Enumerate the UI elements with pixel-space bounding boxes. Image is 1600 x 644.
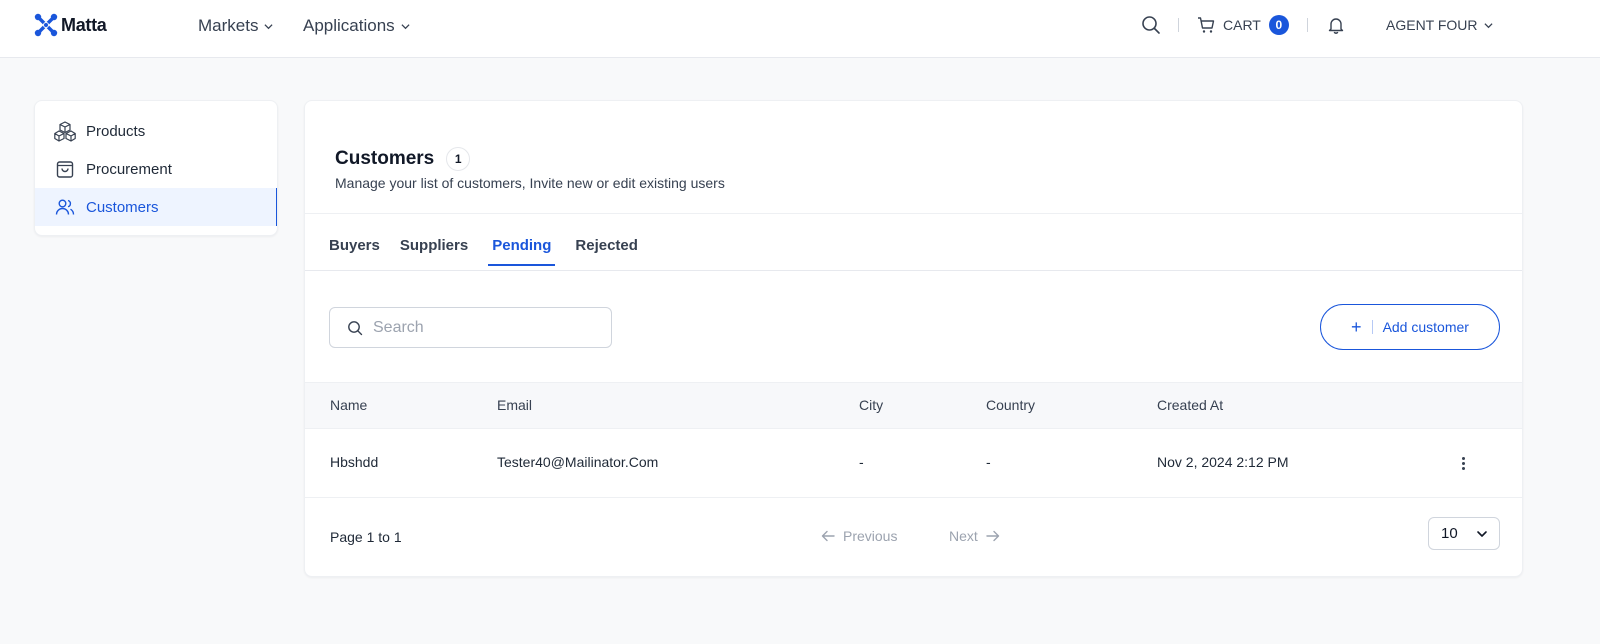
search-field[interactable]	[329, 307, 612, 348]
page-title: Customers	[335, 148, 435, 169]
boxes-icon	[54, 120, 76, 142]
sidebar-item-label: Products	[86, 122, 146, 140]
brand-logo[interactable]: Matta	[33, 12, 107, 38]
pagination-status: Page 1 to 1	[330, 529, 402, 545]
chevron-down-icon	[1483, 22, 1493, 28]
cart-icon	[1198, 17, 1215, 33]
previous-page-button[interactable]: Previous	[821, 528, 897, 544]
cart-label: CART	[1223, 17, 1261, 33]
matta-logo-icon	[34, 13, 58, 37]
user-name: AGENT FOUR	[1386, 17, 1478, 33]
header-divider	[1178, 18, 1179, 32]
cell-email: Tester40@Mailinator.Com	[497, 454, 659, 470]
tab-pending[interactable]: Pending	[488, 225, 556, 266]
customer-count-badge: 1	[446, 147, 471, 171]
column-header-created-at[interactable]: Created At	[1157, 397, 1223, 413]
divider	[305, 213, 1522, 214]
page-title-row: Customers 1	[335, 147, 471, 171]
notifications-button[interactable]	[1327, 12, 1345, 38]
bell-icon	[1328, 18, 1344, 34]
cell-city: -	[859, 454, 864, 470]
nav-applications-label: Applications	[303, 16, 395, 35]
column-header-country[interactable]: Country	[986, 397, 1035, 413]
add-customer-button[interactable]: + Add customer	[1320, 304, 1500, 350]
row-actions-menu-icon[interactable]	[1453, 451, 1473, 475]
chevron-down-icon	[401, 23, 410, 29]
customers-panel: Customers 1 Manage your list of customer…	[304, 100, 1523, 577]
tab-rejected[interactable]: Rejected	[575, 225, 638, 266]
page-size-select[interactable]: 10	[1428, 517, 1500, 550]
sidebar-item-procurement[interactable]: Procurement	[35, 150, 277, 188]
shopping-bag-icon	[54, 158, 76, 180]
table-row[interactable]: Hbshdd Tester40@Mailinator.Com - - Nov 2…	[305, 429, 1522, 498]
column-header-name[interactable]: Name	[330, 397, 367, 413]
cell-name: Hbshdd	[330, 454, 379, 470]
sidebar-item-label: Customers	[86, 198, 159, 216]
header-search-button[interactable]	[1141, 12, 1161, 38]
nav-markets[interactable]: Markets	[198, 16, 274, 36]
cell-country: -	[986, 454, 991, 470]
page-subtitle: Manage your list of customers, Invite ne…	[335, 175, 725, 191]
tab-suppliers[interactable]: Suppliers	[400, 225, 468, 266]
next-page-button[interactable]: Next	[949, 528, 1000, 544]
search-input[interactable]	[373, 318, 593, 337]
cell-created-at: Nov 2, 2024 2:12 PM	[1157, 454, 1289, 470]
column-header-email[interactable]: Email	[497, 397, 532, 413]
sidebar-item-products[interactable]: Products	[35, 112, 277, 150]
column-header-city[interactable]: City	[859, 397, 883, 413]
header-divider	[1307, 18, 1308, 32]
next-label: Next	[949, 528, 978, 544]
arrow-left-icon	[821, 530, 835, 542]
search-icon	[348, 320, 363, 335]
users-icon	[54, 196, 76, 218]
tab-buyers[interactable]: Buyers	[329, 225, 380, 266]
button-divider	[1371, 320, 1373, 334]
cart-count-badge: 0	[1268, 15, 1289, 35]
cart-button[interactable]: CART 0	[1197, 12, 1289, 38]
chevron-down-icon	[1477, 530, 1487, 537]
table-header: Name Email City Country Created At	[305, 382, 1522, 429]
arrow-right-icon	[986, 530, 999, 542]
user-menu[interactable]: AGENT FOUR	[1386, 12, 1493, 38]
plus-icon: +	[1351, 317, 1362, 337]
search-icon	[1142, 16, 1160, 34]
brand-name: Matta	[61, 14, 107, 35]
sidebar: Products Procurement Customers	[34, 100, 278, 236]
sidebar-item-label: Procurement	[86, 160, 172, 178]
divider	[305, 270, 1522, 271]
top-header: Matta Markets Applications CART 0 AGENT …	[0, 0, 1600, 58]
previous-label: Previous	[843, 528, 898, 544]
sidebar-item-customers[interactable]: Customers	[35, 188, 277, 226]
page-size-value: 10	[1441, 525, 1458, 542]
customer-tabs: Buyers Suppliers Pending Rejected	[329, 225, 658, 266]
chevron-down-icon	[264, 23, 274, 29]
nav-applications[interactable]: Applications	[303, 16, 410, 36]
nav-markets-label: Markets	[198, 16, 259, 35]
add-customer-label: Add customer	[1382, 319, 1469, 335]
